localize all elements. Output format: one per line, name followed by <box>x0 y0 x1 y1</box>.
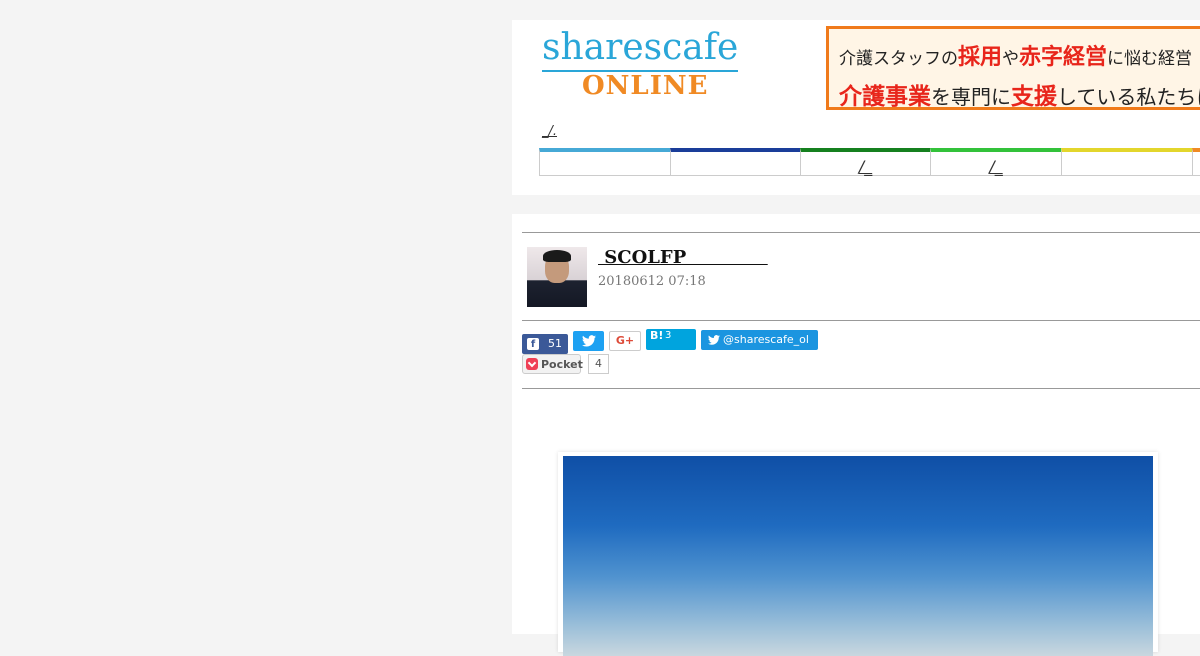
pocket-label: Pocket <box>541 358 583 371</box>
logo-text-sharescafe: sharescafe <box>542 26 739 72</box>
nav-item-2[interactable] <box>670 148 800 176</box>
banner-text: 介護スタッフの <box>839 49 958 69</box>
ad-banner[interactable]: 介護スタッフの採用や赤字経営に悩む経営 介護事業を専門に支援している私たちにご <box>826 26 1200 110</box>
banner-highlight: 介護事業 <box>839 84 931 110</box>
follow-label: @sharescafe_ol <box>723 333 809 346</box>
author-avatar[interactable] <box>527 247 587 307</box>
site-header: sharescafe ONLINE 介護スタッフの採用や赤字経営に悩む経営 介護… <box>512 20 1200 195</box>
nav-item-5[interactable] <box>1061 148 1192 176</box>
hero-image-sky <box>563 456 1153 656</box>
banner-text: している私たちにご <box>1057 85 1200 109</box>
divider <box>522 320 1200 321</box>
banner-highlight: 支援 <box>1011 84 1057 110</box>
avatar-hair <box>543 250 571 262</box>
facebook-share-count: 51 <box>548 337 562 350</box>
facebook-icon: f <box>527 338 539 350</box>
hatena-icon: B! <box>650 329 664 342</box>
banner-text: を専門に <box>931 85 1011 109</box>
site-logo[interactable]: sharescafe ONLINE <box>542 26 742 106</box>
hatena-bookmark-button[interactable]: B! 3 <box>646 329 696 350</box>
facebook-share-button[interactable]: f 51 <box>522 334 568 354</box>
banner-text: に悩む経営 <box>1107 49 1193 69</box>
twitter-share-button[interactable] <box>573 331 604 351</box>
pocket-count: 4 <box>588 354 609 374</box>
banner-line-1: 介護スタッフの採用や赤字経営に悩む経営 <box>839 39 1192 71</box>
banner-text: や <box>1002 49 1020 69</box>
article: SCOLFP 20180612 07:18 f 51 G+ B! 3 @shar… <box>512 214 1200 656</box>
pocket-save-button[interactable]: Pocket <box>522 354 583 374</box>
breadcrumb-link[interactable]: _/. <box>542 124 557 139</box>
divider <box>522 388 1200 389</box>
nav-item-1[interactable] <box>539 148 670 176</box>
banner-highlight: 赤字経営 <box>1019 45 1108 70</box>
twitter-follow-button[interactable]: @sharescafe_ol <box>701 330 818 350</box>
banner-highlight: 採用 <box>958 45 1003 70</box>
post-date: 20180612 07:18 <box>598 274 706 289</box>
nav-item-3[interactable]: /_ <box>800 148 930 176</box>
author-name-link[interactable]: SCOLFP <box>598 247 768 268</box>
pocket-icon <box>526 358 538 370</box>
logo-text-online: ONLINE <box>582 71 709 101</box>
twitter-icon <box>581 335 596 347</box>
hatena-bookmark-count: 3 <box>665 330 672 341</box>
twitter-icon <box>708 335 720 345</box>
nav-item-6[interactable] <box>1192 148 1200 176</box>
category-nav: /_ /_ <box>539 148 1200 176</box>
hero-image-frame <box>558 452 1158 656</box>
nav-item-4[interactable]: /_ <box>930 148 1061 176</box>
googleplus-share-button[interactable]: G+ <box>609 331 641 351</box>
banner-line-2: 介護事業を専門に支援している私たちにご <box>839 77 1200 110</box>
divider <box>522 232 1200 233</box>
